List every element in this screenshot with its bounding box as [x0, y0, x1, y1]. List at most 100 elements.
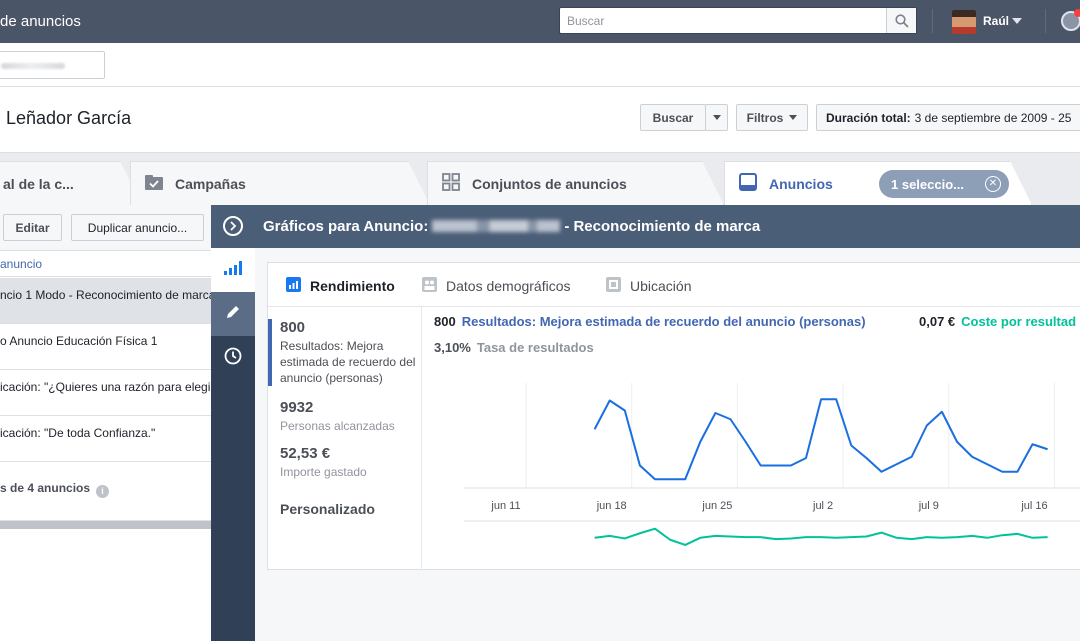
- table-row[interactable]: o Anuncio Educación Física 1: [0, 324, 211, 370]
- series-line-results: [593, 398, 1048, 481]
- ad-name[interactable]: ncio 1 Modo - Reconocimiento de marca: [0, 288, 211, 302]
- metric-results[interactable]: 800 Resultados: Mejora estimada de recue…: [268, 319, 421, 386]
- search-input[interactable]: [560, 8, 886, 33]
- chevron-down-icon: [789, 115, 798, 120]
- legend-results[interactable]: 800 Resultados: Mejora estimada de recuer…: [434, 314, 866, 329]
- search-icon[interactable]: [886, 8, 916, 33]
- avatar[interactable]: [952, 10, 976, 34]
- custom-metric-link[interactable]: Personalizado: [280, 501, 375, 517]
- x-tick-label: jun 18: [596, 500, 627, 512]
- account-selector[interactable]: [0, 51, 105, 79]
- metric-value: 9932: [280, 399, 314, 416]
- tab-label: Anuncios: [769, 175, 833, 192]
- placement-icon: [606, 277, 621, 295]
- collapse-chevron-icon[interactable]: [223, 216, 243, 236]
- notification-badge: [1074, 9, 1080, 17]
- page-title: Leñador García: [6, 108, 132, 128]
- divider: [932, 9, 933, 33]
- header-row: Leñador García Buscar Filtros Duración t…: [0, 87, 1080, 153]
- legend-cost[interactable]: 0,07 € Coste por resultad: [919, 314, 1076, 329]
- bar-chart-icon: [224, 260, 242, 280]
- info-icon[interactable]: i: [96, 484, 110, 498]
- flyout-title-prefix: Gráficos para Anuncio:: [263, 218, 429, 235]
- chart-area: Rendimiento Datos demográficos Ubicación…: [255, 248, 1080, 641]
- search-box[interactable]: [559, 7, 917, 34]
- bar-chart-icon: [286, 277, 301, 295]
- x-tick-label: jun 25: [701, 500, 732, 512]
- metric-label: Resultados: Mejora estimada de recuerdo …: [280, 339, 416, 385]
- tab-label: Rendimiento: [310, 278, 395, 294]
- ad-name[interactable]: o Anuncio Educación Física 1: [0, 334, 157, 348]
- legend-label: Coste por resultad: [961, 314, 1077, 329]
- tab-account[interactable]: al de la c...: [0, 161, 142, 205]
- column-header-ad[interactable]: anuncio: [0, 251, 211, 277]
- chart-tabs: Rendimiento Datos demográficos Ubicación: [268, 263, 1080, 307]
- ad-screen-icon: [739, 173, 757, 194]
- table-row[interactable]: icación: "¿Quieres una razón para elegir: [0, 370, 211, 416]
- x-tick-label: jul 2: [812, 500, 833, 512]
- legend-rate[interactable]: 3,10% Tasa de resultados: [434, 340, 594, 355]
- close-icon[interactable]: ✕: [985, 176, 1001, 192]
- duplicate-ad-button[interactable]: Duplicar anuncio...: [71, 214, 204, 241]
- tab-label: Conjuntos de anuncios: [472, 175, 627, 192]
- tab-label: Campañas: [175, 175, 246, 192]
- legend-value: 0,07 €: [919, 314, 956, 329]
- edit-button[interactable]: Editar: [3, 214, 62, 241]
- search-button[interactable]: Buscar: [640, 104, 706, 131]
- rail-history[interactable]: [211, 336, 255, 380]
- date-range-picker[interactable]: Duración total: 3 de septiembre de 2009 -…: [816, 104, 1080, 131]
- legend-value: 800: [434, 314, 456, 329]
- people-icon: [422, 277, 437, 295]
- legend-label: Resultados: Mejora estimada de recuerdo …: [461, 314, 866, 329]
- date-range-value: 3 de septiembre de 2009 - 25: [914, 110, 1072, 125]
- x-tick-label: jul 16: [1020, 500, 1047, 512]
- tab-placement[interactable]: Ubicación: [606, 277, 691, 295]
- tab-label: Datos demográficos: [446, 278, 571, 294]
- x-tick-label: jun 11: [490, 500, 520, 512]
- flyout-title-suffix: - Reconocimiento de marca: [564, 218, 761, 235]
- pencil-icon: [225, 304, 241, 325]
- ad-name[interactable]: icación: "De toda Confianza.": [0, 426, 155, 440]
- rail-charts[interactable]: [211, 248, 255, 292]
- metric-label: Importe gastado: [280, 465, 367, 479]
- selection-pill[interactable]: 1 seleccio... ✕: [879, 170, 1009, 198]
- legend-value: 3,10%: [434, 340, 471, 355]
- tab-performance[interactable]: Rendimiento: [286, 277, 395, 295]
- metric-reach[interactable]: 9932 Personas alcanzadas: [268, 399, 421, 434]
- tab-label: al de la c...: [3, 175, 74, 192]
- flyout-title: Gráficos para Anuncio: - Reconocimiento d…: [263, 218, 760, 235]
- table-row[interactable]: icación: "De toda Confianza.": [0, 416, 211, 462]
- performance-chart[interactable]: jun 11 jun 18 jun 25 jul 2 jul 9 jul 16: [454, 361, 1080, 571]
- series-line-cost: [594, 527, 1048, 546]
- summary-label: s de 4 anuncios: [0, 481, 91, 495]
- metric-spend[interactable]: 52,53 € Importe gastado: [268, 445, 421, 480]
- x-tick-label: jul 9: [918, 500, 939, 512]
- filters-button[interactable]: Filtros: [736, 104, 808, 131]
- grid-icon: [442, 173, 460, 194]
- tab-campaigns[interactable]: Campañas: [130, 161, 430, 205]
- date-range-label: Duración total:: [826, 110, 911, 125]
- app-title: de anuncios: [0, 13, 81, 30]
- chevron-down-icon[interactable]: [1012, 18, 1022, 24]
- search-options-button[interactable]: [705, 104, 728, 131]
- clock-icon: [224, 347, 242, 370]
- tab-demographics[interactable]: Datos demográficos: [422, 277, 571, 295]
- tab-label: Ubicación: [630, 278, 692, 294]
- table-row[interactable]: ncio 1 Modo - Reconocimiento de marca: [0, 278, 211, 324]
- redacted-text: [1, 63, 65, 69]
- redacted-text: [432, 220, 561, 232]
- flyout-side-rail: [211, 248, 255, 641]
- selection-count: 1 seleccio...: [891, 176, 964, 192]
- horizontal-scrollbar[interactable]: [0, 521, 211, 529]
- tab-ad-sets[interactable]: Conjuntos de anuncios: [427, 161, 724, 205]
- ad-name[interactable]: icación: "¿Quieres una razón para elegir: [0, 380, 211, 394]
- chart-flyout-header: Gráficos para Anuncio: - Reconocimiento d…: [211, 205, 1080, 248]
- chevron-down-icon: [712, 115, 721, 120]
- filters-label: Filtros: [746, 110, 784, 125]
- user-name[interactable]: Raúl: [983, 14, 1009, 28]
- metric-value: 800: [280, 319, 306, 336]
- table-toolbar: Editar Duplicar anuncio...: [0, 205, 211, 251]
- metric-value: 52,53 €: [280, 445, 331, 462]
- metric-label: Personas alcanzadas: [280, 419, 395, 433]
- rail-edit[interactable]: [211, 292, 255, 336]
